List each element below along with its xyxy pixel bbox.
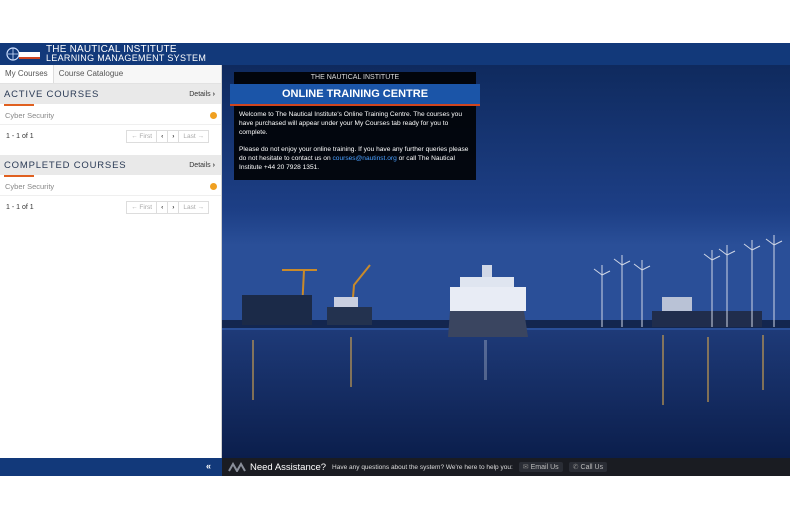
need-assistance-title: Need Assistance? — [250, 461, 327, 473]
course-name: Cyber Security — [5, 181, 55, 191]
call-us-button[interactable]: ✆ Call Us — [568, 462, 608, 472]
sidebar-tabs: My Courses Course Catalogue — [0, 65, 221, 84]
assistance-logo-icon — [228, 462, 246, 472]
sidebar: My Courses Course Catalogue ACTIVE COURS… — [0, 65, 222, 458]
welcome-info-box: THE NAUTICAL INSTITUTE ONLINE TRAINING C… — [230, 72, 480, 180]
top-bar: THE NAUTICAL INSTITUTE LEARNING MANAGEME… — [0, 43, 790, 65]
first-page-button[interactable]: ← First — [126, 200, 158, 214]
list-item[interactable]: Cyber Security — [0, 106, 221, 125]
tab-course-catalogue[interactable]: Course Catalogue — [52, 65, 128, 83]
first-page-button[interactable]: ← First — [126, 129, 158, 143]
prev-page-button[interactable]: ‹ — [157, 129, 169, 143]
tab-my-courses[interactable]: My Courses — [0, 65, 53, 83]
last-page-button[interactable]: Last → — [179, 129, 209, 143]
completed-courses-header: COMPLETED COURSES Details › — [0, 155, 221, 175]
call-us-label: Call Us — [580, 464, 604, 471]
app-window: THE NAUTICAL INSTITUTE LEARNING MANAGEME… — [0, 43, 790, 476]
prev-page-button[interactable]: ‹ — [157, 200, 169, 214]
assistance-text: Have any questions about the system? We'… — [332, 463, 513, 471]
info-box-heading: THE NAUTICAL INSTITUTE — [310, 74, 400, 81]
last-page-button[interactable]: Last → — [179, 200, 209, 214]
online-training-banner: ONLINE TRAINING CENTRE — [230, 84, 480, 106]
course-name: Cyber Security — [5, 110, 55, 120]
email-us-button[interactable]: ✉ Email Us — [518, 462, 563, 472]
assistance-bar: Need Assistance? Have any questions abou… — [222, 458, 790, 476]
chevron-right-icon: › — [212, 161, 215, 169]
email-us-label: Email Us — [530, 464, 559, 471]
details-label: Details — [189, 161, 211, 169]
pager-count: 1 - 1 of 1 — [6, 203, 34, 211]
info-box-body: Welcome to The Nautical Institute's Onli… — [239, 110, 473, 180]
envelope-icon: ✉ — [522, 464, 529, 471]
nautical-institute-logo — [5, 45, 41, 63]
details-label: Details — [189, 90, 211, 98]
active-courses-header: ACTIVE COURSES Details › — [0, 84, 221, 104]
completed-courses-pager: 1 - 1 of 1 ← First ‹ › Last → — [0, 196, 221, 218]
active-courses-pager: 1 - 1 of 1 ← First ‹ › Last → — [0, 125, 221, 147]
brand-line-2: LEARNING MANAGEMENT SYSTEM — [46, 53, 207, 63]
list-item[interactable]: Cyber Security — [0, 177, 221, 196]
active-courses-title: ACTIVE COURSES — [4, 88, 100, 100]
phone-icon: ✆ — [572, 464, 579, 471]
chevron-right-icon: › — [212, 90, 215, 98]
brand[interactable]: THE NAUTICAL INSTITUTE LEARNING MANAGEME… — [0, 43, 222, 65]
bottom-bar: « Need Assistance? Have any questions ab… — [0, 458, 790, 476]
welcome-paragraph: Welcome to The Nautical Institute's Onli… — [239, 111, 462, 136]
completed-courses-details-link[interactable]: Details › — [189, 162, 215, 169]
pager-count: 1 - 1 of 1 — [6, 132, 34, 140]
active-courses-details-link[interactable]: Details › — [189, 91, 215, 98]
contact-paragraph: Please do not enjoy your online training… — [239, 145, 473, 172]
status-dot-icon — [210, 182, 217, 190]
next-page-button[interactable]: › — [168, 129, 180, 143]
collapse-sidebar-icon[interactable]: « — [206, 461, 211, 471]
email-link[interactable]: courses@nautinst.org — [333, 155, 397, 162]
next-page-button[interactable]: › — [168, 200, 180, 214]
completed-courses-title: COMPLETED COURSES — [4, 159, 127, 171]
brand-text: THE NAUTICAL INSTITUTE LEARNING MANAGEME… — [46, 45, 206, 63]
pager-buttons: ← First ‹ › Last → — [126, 200, 209, 214]
pager-buttons: ← First ‹ › Last → — [126, 129, 209, 143]
status-dot-icon — [210, 111, 217, 119]
hero-harbour-image: THE NAUTICAL INSTITUTE ONLINE TRAINING C… — [222, 65, 790, 458]
